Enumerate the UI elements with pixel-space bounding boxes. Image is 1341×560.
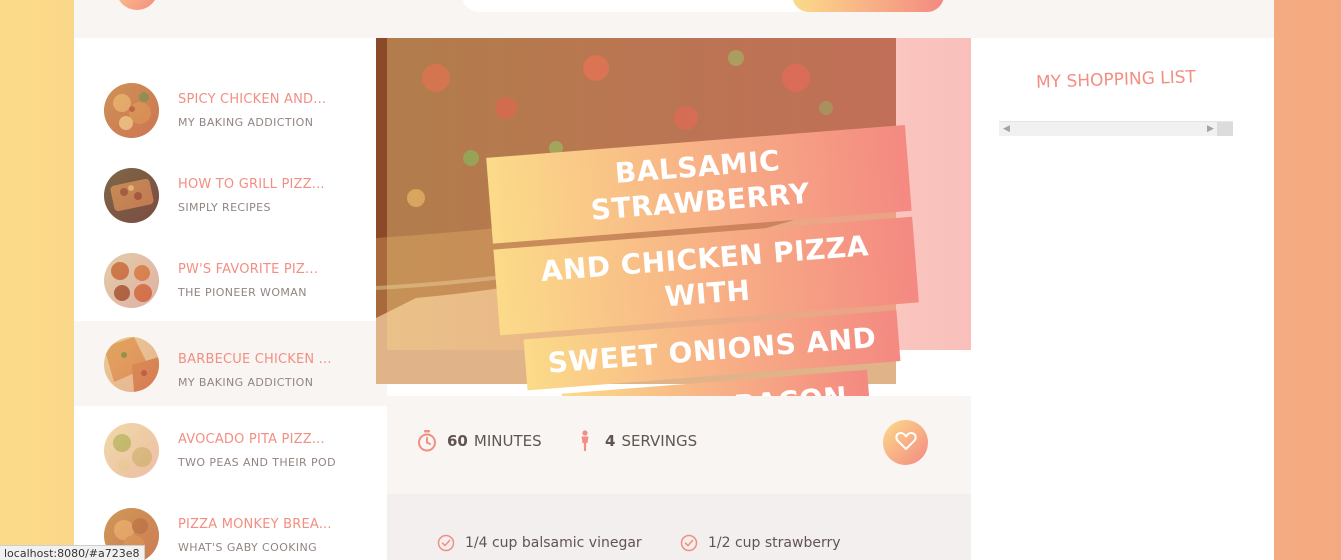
recipe-time-unit: MINUTES — [473, 432, 542, 450]
result-item-0[interactable]: SPICY CHICKEN AND... MY BAKING ADDICTION — [74, 38, 387, 138]
ingredient-item: 1/2 cup strawberry — [680, 534, 841, 552]
app-window: SPICY CHICKEN AND... MY BAKING ADDICTION… — [74, 0, 1274, 560]
result-title: PIZZA MONKEY BREA... — [178, 517, 332, 532]
recipe-time: 60 MINUTES — [417, 430, 542, 452]
shopping-list-heading: MY SHOPPING LIST — [1035, 67, 1197, 93]
favorite-button[interactable] — [883, 420, 928, 465]
shopping-list: MY SHOPPING LIST ◀ ▶ — [971, 38, 1274, 560]
scroll-left-icon[interactable]: ◀ — [1003, 122, 1010, 136]
heart-icon — [894, 431, 917, 455]
result-title: SPICY CHICKEN AND... — [178, 92, 327, 107]
result-item-4[interactable]: AVOCADO PITA PIZZ... TWO PEAS AND THEIR … — [74, 378, 387, 478]
result-publisher: WHAT'S GABY COOKING — [178, 541, 318, 554]
person-icon — [575, 430, 595, 452]
stopwatch-icon — [417, 430, 437, 452]
recipe: BALSAMIC STRAWBERRY AND CHICKEN PIZZA WI… — [376, 38, 982, 560]
browser-status-bar: localhost:8080/#a723e8 — [0, 545, 145, 560]
recipe-servings-unit: SERVINGS — [621, 432, 698, 450]
ingredient-item: 1/4 cup balsamic vinegar — [437, 534, 642, 552]
ingredient-text: 1/2 cup strawberry — [708, 535, 841, 551]
check-icon — [437, 534, 455, 552]
recipe-details: 60 MINUTES 4 SERVINGS — [387, 396, 971, 506]
recipe-time-value: 60 — [447, 432, 468, 450]
result-publisher: THE PIONEER WOMAN — [178, 286, 307, 299]
check-icon — [680, 534, 698, 552]
logo-icon[interactable] — [116, 0, 158, 10]
scroll-right-icon[interactable]: ▶ — [1207, 122, 1214, 136]
ingredient-text: 1/4 cup balsamic vinegar — [465, 535, 642, 551]
recipe-servings-value: 4 — [605, 432, 616, 450]
search-results: SPICY CHICKEN AND... MY BAKING ADDICTION… — [74, 38, 387, 560]
recipe-servings: 4 SERVINGS — [575, 430, 697, 452]
result-item-5[interactable]: PIZZA MONKEY BREA... WHAT'S GABY COOKING — [74, 463, 387, 560]
result-title: PW'S FAVORITE PIZ... — [178, 262, 319, 277]
search-input[interactable] — [462, 0, 822, 12]
header — [74, 0, 1274, 38]
ingredient-list: 1/4 cup balsamic vinegar 1/2 cup strawbe… — [387, 494, 971, 560]
result-title: BARBECUE CHICKEN ... — [178, 352, 332, 367]
result-thumbnail — [104, 253, 159, 308]
result-title: HOW TO GRILL PIZZ... — [178, 177, 325, 192]
scrollbar-thumb[interactable] — [1217, 122, 1233, 136]
search-button[interactable] — [792, 0, 944, 12]
result-item-1[interactable]: HOW TO GRILL PIZZ... SIMPLY RECIPES — [74, 123, 387, 223]
horizontal-scrollbar[interactable]: ◀ ▶ — [999, 121, 1233, 136]
result-title: AVOCADO PITA PIZZ... — [178, 432, 325, 447]
result-item-2[interactable]: PW'S FAVORITE PIZ... THE PIONEER WOMAN — [74, 208, 387, 308]
